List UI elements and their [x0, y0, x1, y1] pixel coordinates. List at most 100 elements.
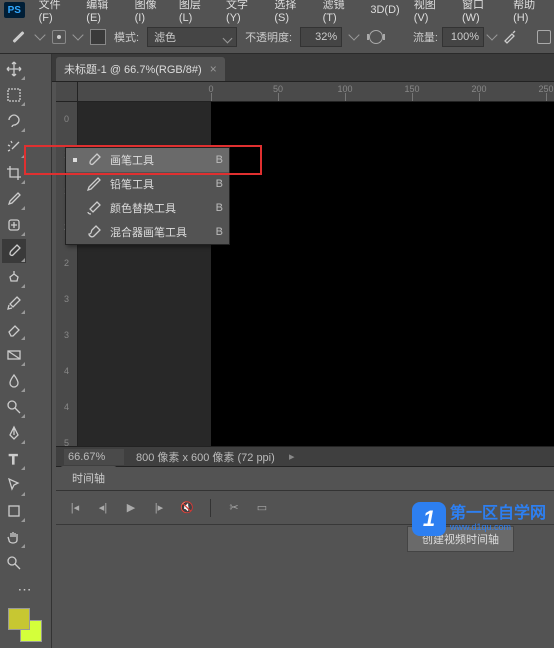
- status-info-chevron-icon[interactable]: ▸: [287, 452, 297, 462]
- menu-filter[interactable]: 滤镜(T): [317, 0, 363, 26]
- eyedropper-tool[interactable]: [2, 187, 26, 211]
- blur-tool[interactable]: [2, 369, 26, 393]
- prev-frame-icon[interactable]: ◂|: [96, 501, 110, 515]
- flyout-item-label: 画笔工具: [110, 152, 208, 168]
- document-tab-well: 未标题-1 @ 66.7%(RGB/8#) ×: [0, 54, 554, 82]
- type-tool[interactable]: T: [2, 447, 26, 471]
- blend-mode-select[interactable]: 滤色: [147, 27, 237, 47]
- pencil-icon: [86, 176, 102, 192]
- brush-panel-icon[interactable]: [90, 29, 106, 45]
- document-dimensions: 800 像素 x 600 像素 (72 ppi): [136, 449, 275, 465]
- hand-tool[interactable]: [2, 525, 26, 549]
- flyout-dot-spacer: [72, 205, 78, 211]
- first-frame-icon[interactable]: |◂: [68, 501, 82, 515]
- document-tab[interactable]: 未标题-1 @ 66.7%(RGB/8#) ×: [56, 57, 225, 81]
- flow-input[interactable]: 100%: [442, 27, 484, 47]
- split-icon[interactable]: ✂: [227, 501, 241, 515]
- tools-panel: T ⋯: [0, 54, 52, 648]
- timeline-tab[interactable]: 时间轴: [60, 466, 117, 490]
- airbrush-icon[interactable]: [500, 27, 520, 47]
- flyout-shortcut: B: [216, 202, 223, 214]
- gradient-tool[interactable]: [2, 343, 26, 367]
- opacity-chevron-icon[interactable]: [348, 29, 359, 40]
- menu-select[interactable]: 选择(S): [268, 0, 314, 26]
- eraser-tool[interactable]: [2, 317, 26, 341]
- brush-icon: [86, 152, 102, 168]
- play-icon[interactable]: ▶: [124, 501, 138, 515]
- brush-size-preview[interactable]: [52, 30, 66, 44]
- crop-tool[interactable]: [2, 161, 26, 185]
- menu-help[interactable]: 帮助(H): [507, 0, 554, 26]
- flyout-pencil-tool[interactable]: 铅笔工具 B: [66, 172, 229, 196]
- menu-window[interactable]: 窗口(W): [456, 0, 505, 26]
- flyout-brush-tool[interactable]: 画笔工具 B: [66, 148, 229, 172]
- ruler-origin[interactable]: [56, 82, 78, 102]
- flow-chevron-icon[interactable]: [486, 29, 497, 40]
- color-replace-icon: [86, 200, 102, 216]
- tab-close-icon[interactable]: ×: [210, 62, 217, 76]
- tablet-pressure-icon[interactable]: [534, 27, 554, 47]
- document-tab-title: 未标题-1 @ 66.7%(RGB/8#): [64, 61, 202, 77]
- flyout-item-label: 颜色替换工具: [110, 200, 208, 216]
- history-brush-tool[interactable]: [2, 291, 26, 315]
- mode-label: 模式:: [114, 29, 139, 45]
- edit-toolbar[interactable]: ⋯: [2, 577, 49, 601]
- brush-tool[interactable]: [2, 239, 26, 263]
- next-frame-icon[interactable]: |▸: [152, 501, 166, 515]
- brush-picker-chevron-icon[interactable]: [72, 29, 83, 40]
- menu-layer[interactable]: 图层(L): [173, 0, 218, 26]
- svg-text:T: T: [9, 451, 18, 467]
- color-swatches[interactable]: [6, 606, 49, 646]
- mixer-brush-icon: [86, 224, 102, 240]
- separator: [210, 499, 211, 517]
- menu-edit[interactable]: 编辑(E): [80, 0, 126, 26]
- ruler-horizontal[interactable]: 050100150200250300: [78, 82, 554, 102]
- tool-preset-chevron-icon[interactable]: [34, 29, 45, 40]
- marquee-tool[interactable]: [2, 83, 26, 107]
- flyout-shortcut: B: [216, 226, 223, 238]
- watermark-text: 第一区自学网: [450, 506, 546, 522]
- spot-heal-tool[interactable]: [2, 213, 26, 237]
- menu-view[interactable]: 视图(V): [408, 0, 454, 26]
- current-tool-icon[interactable]: [10, 28, 28, 46]
- flyout-shortcut: B: [216, 178, 223, 190]
- watermark-url: www.d1qu.com: [450, 522, 546, 532]
- flyout-active-dot-icon: [72, 157, 78, 163]
- shape-tool[interactable]: [2, 499, 26, 523]
- menu-type[interactable]: 文字(Y): [220, 0, 266, 26]
- canvas-area: 050100150200250300 01122334455 画笔工具 B 铅笔…: [56, 82, 554, 446]
- menu-3d[interactable]: 3D(D): [364, 2, 405, 18]
- clone-stamp-tool[interactable]: [2, 265, 26, 289]
- zoom-level-input[interactable]: 66.67%: [64, 449, 124, 465]
- menu-file[interactable]: 文件(F): [33, 0, 79, 26]
- opacity-input[interactable]: 32%: [300, 27, 342, 47]
- flyout-shortcut: B: [216, 154, 223, 166]
- foreground-color-swatch[interactable]: [8, 608, 30, 630]
- menubar: PS 文件(F) 编辑(E) 图像(I) 图层(L) 文字(Y) 选择(S) 滤…: [0, 0, 554, 20]
- app-logo: PS: [4, 2, 25, 18]
- transition-icon[interactable]: ▭: [255, 501, 269, 515]
- opacity-label: 不透明度:: [245, 29, 292, 45]
- audio-icon[interactable]: 🔇: [180, 501, 194, 515]
- document-canvas[interactable]: [211, 102, 554, 447]
- brush-tool-flyout: 画笔工具 B 铅笔工具 B 颜色替换工具 B 混合器画笔工具 B: [65, 147, 230, 245]
- status-bar: 66.67% 800 像素 x 600 像素 (72 ppi) ▸: [56, 446, 554, 466]
- timeline-tabs: 时间轴: [56, 467, 554, 491]
- path-select-tool[interactable]: [2, 473, 26, 497]
- move-tool[interactable]: [2, 57, 26, 81]
- flyout-color-replace-tool[interactable]: 颜色替换工具 B: [66, 196, 229, 220]
- blend-mode-value: 滤色: [154, 29, 176, 45]
- menu-image[interactable]: 图像(I): [129, 0, 171, 26]
- magic-wand-tool[interactable]: [2, 135, 26, 159]
- flyout-mixer-brush-tool[interactable]: 混合器画笔工具 B: [66, 220, 229, 244]
- pen-tool[interactable]: [2, 421, 26, 445]
- flyout-dot-spacer: [72, 229, 78, 235]
- zoom-tool[interactable]: [2, 551, 26, 575]
- lasso-tool[interactable]: [2, 109, 26, 133]
- pressure-opacity-icon[interactable]: [366, 27, 386, 47]
- watermark: 1 第一区自学网 www.d1qu.com: [412, 502, 546, 536]
- flyout-item-label: 混合器画笔工具: [110, 224, 208, 240]
- watermark-logo: 1: [412, 502, 446, 536]
- flyout-item-label: 铅笔工具: [110, 176, 208, 192]
- dodge-tool[interactable]: [2, 395, 26, 419]
